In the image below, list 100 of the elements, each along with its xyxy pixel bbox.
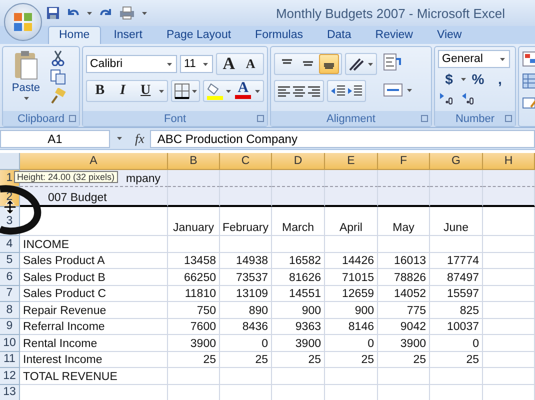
currency-button[interactable]: $: [438, 71, 460, 87]
ribbon-tab[interactable]: Review: [364, 26, 424, 44]
column-header[interactable]: E: [325, 153, 378, 170]
caret-icon[interactable]: [367, 62, 374, 66]
font-name-dropdown[interactable]: Calibri: [86, 55, 178, 73]
format-table-icon[interactable]: [522, 73, 535, 89]
table-cell: 25: [168, 352, 220, 368]
table-cell: [483, 187, 535, 207]
caret-icon[interactable]: [22, 96, 30, 101]
column-header[interactable]: H: [483, 153, 535, 170]
align-center-icon[interactable]: [292, 85, 306, 97]
table-cell: Repair Revenue: [20, 302, 168, 318]
caret-icon[interactable]: [406, 88, 413, 92]
comma-button[interactable]: ,: [489, 71, 511, 87]
table-cell: [220, 170, 272, 187]
caret-icon[interactable]: [254, 88, 261, 94]
table-cell: 3900: [272, 335, 325, 352]
text-orientation-icon[interactable]: [348, 56, 366, 72]
fill-color-icon[interactable]: [206, 82, 224, 100]
table-cell: 71015: [325, 269, 378, 286]
column-header[interactable]: G: [430, 153, 483, 170]
paste-button[interactable]: Paste: [6, 50, 46, 108]
dialog-launcher-icon[interactable]: [69, 115, 76, 122]
dialog-launcher-icon[interactable]: [505, 115, 512, 122]
conditional-formatting-icon[interactable]: [522, 51, 535, 67]
caret-icon[interactable]: [460, 76, 467, 82]
grow-font-button[interactable]: A: [218, 54, 240, 74]
row-header[interactable]: 11: [0, 352, 20, 368]
copy-icon[interactable]: [50, 69, 66, 85]
table-cell: 750: [168, 302, 220, 318]
table-cell: 9363: [272, 318, 325, 335]
insert-function-button[interactable]: fx: [129, 130, 150, 146]
borders-icon[interactable]: [174, 83, 190, 99]
ribbon-tab[interactable]: Home: [48, 26, 101, 44]
table-cell: 17774: [430, 252, 483, 269]
ribbon-tab[interactable]: Page Layout: [155, 26, 242, 44]
underline-button[interactable]: U: [134, 81, 157, 101]
row-header[interactable]: 12: [0, 368, 20, 384]
row-header[interactable]: 13: [0, 384, 20, 400]
office-button[interactable]: [4, 3, 42, 41]
table-cell: 11810: [168, 286, 220, 302]
name-box[interactable]: A1: [0, 130, 110, 148]
increase-indent-icon[interactable]: [347, 84, 363, 98]
column-header[interactable]: F: [378, 153, 430, 170]
column-header[interactable]: D: [272, 153, 325, 170]
table-cell: 25: [220, 352, 272, 368]
caret-icon[interactable]: [202, 62, 209, 66]
align-right-icon[interactable]: [307, 85, 321, 97]
caret-icon[interactable]: [190, 88, 198, 94]
decrease-indent-icon[interactable]: [330, 84, 346, 98]
row-header[interactable]: 7: [0, 286, 20, 302]
caret-icon[interactable]: [166, 62, 174, 66]
customize-caret-icon[interactable]: [141, 10, 148, 16]
dialog-launcher-icon[interactable]: [257, 115, 264, 122]
wrap-text-icon[interactable]: [383, 53, 401, 71]
ribbon-tab[interactable]: Formulas: [244, 26, 314, 44]
vertical-align-button[interactable]: [319, 54, 339, 74]
column-header[interactable]: C: [220, 153, 272, 170]
row-header[interactable]: 10: [0, 335, 20, 352]
save-icon[interactable]: [46, 6, 60, 20]
ribbon-tab[interactable]: View: [426, 26, 473, 44]
name-box-caret-icon[interactable]: [116, 136, 123, 141]
format-painter-icon[interactable]: [50, 88, 66, 104]
table-cell: [325, 368, 378, 384]
row-header[interactable]: 8: [0, 302, 20, 318]
column-header[interactable]: B: [168, 153, 220, 170]
table-cell: 13458: [168, 252, 220, 269]
cut-icon[interactable]: [50, 50, 66, 66]
bold-button[interactable]: B: [89, 81, 111, 101]
caret-icon[interactable]: [499, 56, 506, 62]
column-header[interactable]: A: [20, 153, 168, 170]
table-cell: [483, 318, 535, 335]
percent-button[interactable]: %: [467, 71, 489, 87]
caret-icon[interactable]: [86, 10, 93, 16]
table-cell: [168, 187, 220, 207]
table-cell: [483, 207, 535, 236]
table-cell: [168, 236, 220, 252]
table-cell: [483, 352, 535, 368]
caret-icon[interactable]: [158, 88, 165, 94]
row-header[interactable]: 4: [0, 236, 20, 252]
table-cell: 81626: [272, 269, 325, 286]
row-header[interactable]: 6: [0, 269, 20, 286]
ribbon-tab[interactable]: Data: [316, 26, 362, 44]
print-icon[interactable]: [119, 6, 135, 20]
caret-icon[interactable]: [225, 88, 232, 94]
table-cell: [378, 170, 430, 187]
font-size-dropdown[interactable]: 11: [180, 55, 213, 73]
table-cell: [483, 302, 535, 318]
align-left-icon[interactable]: [277, 85, 291, 97]
formula-field[interactable]: ABC Production Company: [150, 130, 535, 148]
row-header[interactable]: 5: [0, 252, 20, 269]
group-label: Number: [455, 112, 495, 124]
ribbon-tab[interactable]: Insert: [102, 26, 154, 44]
dialog-launcher-icon[interactable]: [421, 115, 428, 122]
number-format-dropdown[interactable]: General: [438, 50, 510, 68]
shrink-font-button[interactable]: A: [240, 54, 261, 74]
italic-button[interactable]: I: [112, 81, 134, 101]
row-header[interactable]: 9: [0, 318, 20, 335]
cell-styles-icon[interactable]: [522, 95, 535, 111]
merge-center-icon[interactable]: [383, 83, 403, 97]
